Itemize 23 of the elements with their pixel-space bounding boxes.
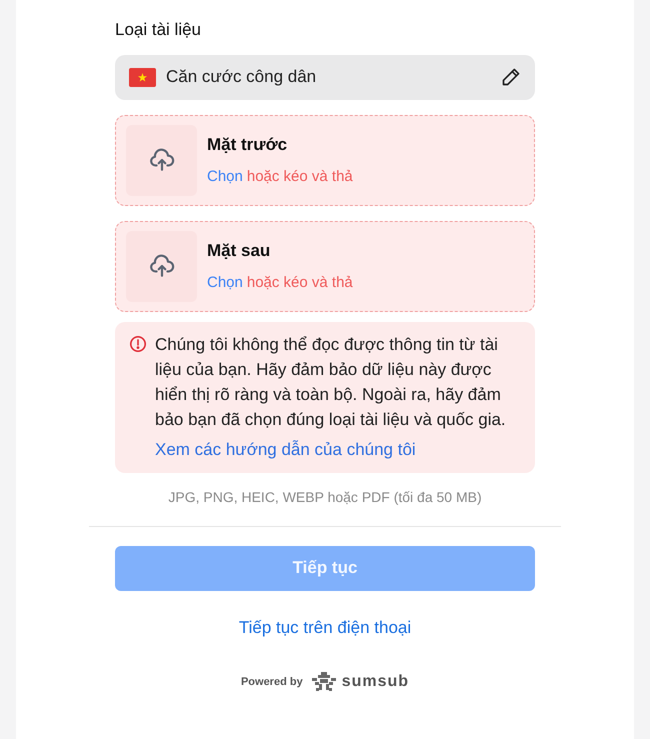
upload-title: Mặt sau [207, 240, 272, 262]
guidelines-link[interactable]: Xem các hướng dẫn của chúng tôi [155, 436, 507, 462]
document-type-field[interactable]: Căn cước công dân [115, 54, 535, 100]
continue-on-phone-link[interactable]: Tiếp tục trên điện thoại [238, 614, 412, 640]
cloud-upload-icon [148, 147, 174, 173]
cloud-upload-icon [148, 253, 174, 279]
choose-link[interactable]: Chọn [207, 166, 243, 188]
brand-name: sumsub [342, 672, 410, 692]
file-formats-note: JPG, PNG, HEIC, WEBP hoặc PDF (tối đa 50 MB) [167, 488, 483, 507]
logo-icon [310, 672, 337, 692]
upload-dropzone[interactable]: Mặt trước Chọn hoặc kéo và thả [115, 114, 535, 206]
upload-dropzone[interactable]: Mặt sau Chọn hoặc kéo và thả [115, 220, 535, 312]
error-message: Chúng tôi không thể đọc được thông tin từ tài liệu của bạn. Hãy đảm bảo dữ liệu này được hiển thị rõ ràng và toàn bộ. Ngoài ra, hãy đảm bảo bạn đã chọn đúng loại tài liệu và quốc gia. [155, 334, 507, 430]
field-label: Loại tài liệu [115, 19, 202, 41]
drag-drop-hint: hoặc kéo và thả [246, 167, 353, 187]
document-type-value: Căn cước công dân [166, 66, 318, 88]
powered-by-text: Powered by [240, 674, 303, 690]
choose-link[interactable]: Chọn [207, 272, 243, 294]
drag-drop-hint: hoặc kéo và thả [246, 273, 353, 293]
edit-icon[interactable] [501, 67, 521, 87]
alert-icon [129, 334, 147, 352]
flag-icon [129, 68, 156, 86]
upload-title: Mặt trước [207, 134, 288, 156]
